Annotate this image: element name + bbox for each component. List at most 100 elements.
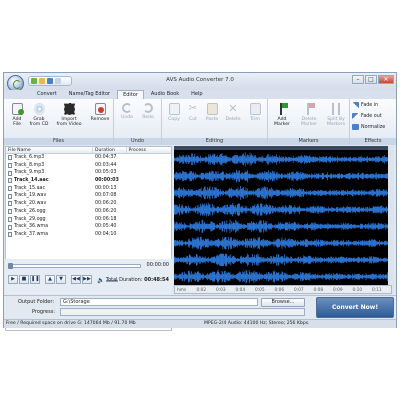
previous-button[interactable]: ◀◀ (71, 275, 81, 284)
add-file-icon (11, 103, 24, 115)
tab-editor[interactable]: Editor (117, 90, 144, 99)
delete-button[interactable]: ✕ Delete (222, 103, 244, 123)
file-name: Track_20.wav (14, 201, 47, 207)
file-duration: 00:06:20 (94, 208, 117, 214)
channel-waveform (174, 186, 392, 200)
waveform-vertical-scrollbar[interactable] (388, 146, 394, 294)
file-name: Track_36.wma (14, 224, 49, 230)
move-down-button[interactable]: ▼ (56, 275, 66, 284)
maximize-button[interactable]: □ (365, 75, 377, 84)
file-duration: 00:04:10 (94, 231, 117, 237)
time-ruler[interactable]: hms 0:02 0:03 0:04 0:05 0:06 0:07 0:08 0:09 0:10 0… (174, 285, 392, 294)
file-process (127, 177, 171, 185)
grab-from-cd-label: Grab from CD (29, 117, 49, 127)
undo-group-label: Undo (114, 138, 161, 145)
add-file-label: Add File (12, 117, 22, 127)
fade-in-button[interactable]: Fade in (352, 102, 378, 108)
file-name-cell: Track_26.ogg (6, 208, 93, 216)
remove-icon (94, 103, 106, 115)
file-duration: 00:05:40 (94, 224, 117, 230)
file-process (127, 223, 171, 231)
file-process (127, 162, 171, 170)
markers-group: Add Marker Delete Marker Split By Marker… (268, 99, 350, 145)
progress-label: Progress: (32, 309, 56, 315)
cut-button[interactable]: ✂ Cut (184, 103, 202, 122)
clipboard-icon (206, 103, 218, 115)
browse-button[interactable]: Browse... (261, 298, 305, 307)
effects-group: Fade in Fade out Normalize Effects (350, 99, 396, 145)
redo-button[interactable]: Redo (138, 103, 158, 120)
file-row[interactable]: Track_6.mp3 00:04:37 (6, 154, 171, 162)
app-window: AVS Audio Converter 7.0 – □ ✕ Convert Na… (3, 72, 397, 331)
import-from-video-button[interactable]: Import from Video (54, 103, 84, 127)
column-process[interactable]: Process (127, 147, 171, 153)
file-row[interactable]: Track_36.wma 00:05:40 (6, 223, 171, 231)
tab-audio-book[interactable]: Audio Book (146, 90, 184, 99)
channel-waveform (174, 152, 392, 167)
audio-file-icon (8, 178, 12, 184)
file-process (127, 200, 171, 208)
fade-out-label: Fade out (361, 113, 382, 119)
film-icon (63, 103, 75, 115)
grab-from-cd-button[interactable]: Grab from CD (28, 103, 50, 127)
next-button[interactable]: ▶▶ (82, 275, 92, 284)
undo-button[interactable]: Undo (117, 103, 137, 120)
column-file-name[interactable]: File Name (6, 147, 93, 153)
output-folder-input[interactable]: G:\Storage (60, 298, 258, 306)
ruler-tick-label: 0:10 (352, 288, 363, 293)
file-process (127, 216, 171, 224)
copy-button[interactable]: Copy (164, 103, 184, 122)
file-name: Track_19.wav (14, 193, 47, 199)
fade-out-button[interactable]: Fade out (352, 113, 382, 119)
undo-label: Undo (120, 115, 133, 120)
remove-button[interactable]: Remove (88, 103, 112, 122)
split-by-markers-button[interactable]: Split By Markers (324, 103, 348, 127)
file-name-cell: Track_14.aac (6, 177, 93, 185)
minimize-button[interactable]: – (352, 75, 364, 84)
status-disk-space: Free / Required space on drive G: 147064… (6, 321, 136, 326)
move-up-button[interactable]: ▲ (45, 275, 55, 284)
file-row[interactable]: Track_15.aac 00:00:13 (6, 185, 171, 193)
file-process (127, 185, 171, 193)
editing-group: Copy ✂ Cut Paste ✕ Delete Trim Editing (162, 99, 268, 145)
stop-button[interactable]: ■ (19, 275, 29, 284)
redo-label: Redo (142, 115, 154, 120)
tab-help[interactable]: Help (186, 90, 207, 99)
file-row[interactable]: Track_29.ogg 00:06:18 (6, 216, 171, 224)
file-row[interactable]: Track_9.mp3 00:05:03 (6, 169, 171, 177)
file-row[interactable]: Track_26.ogg 00:06:20 (6, 208, 171, 216)
file-row[interactable]: Track_19.wav 00:07:08 (6, 192, 171, 200)
file-row[interactable]: Track_20.wav 00:06:20 (6, 200, 171, 208)
tab-name-tag-editor[interactable]: Name/Tag Editor (64, 90, 115, 99)
pause-button[interactable]: ❚❚ (30, 275, 40, 284)
add-marker-button[interactable]: Add Marker (270, 103, 294, 127)
play-button[interactable]: ▶ (8, 275, 18, 284)
ribbon: Add File Grab from CD Import from Video … (4, 99, 396, 145)
audio-file-icon (8, 209, 12, 215)
file-process (127, 192, 171, 200)
effects-group-label: Effects (350, 138, 396, 145)
split-by-markers-label: Split By Markers (326, 117, 346, 127)
normalize-icon (352, 124, 359, 130)
seek-bar[interactable] (8, 263, 141, 269)
convert-now-button[interactable]: Convert Now! (316, 297, 394, 318)
output-panel: Output Folder: G:\Storage Browse... Prog… (4, 295, 396, 319)
audio-file-icon (8, 224, 12, 230)
file-name-cell: Track_37.wma (6, 231, 93, 239)
file-row[interactable]: Track_8.mp3 00:03:44 (6, 162, 171, 170)
file-duration: 00:04:37 (94, 155, 117, 160)
waveform-display[interactable] (174, 146, 392, 285)
tab-convert[interactable]: Convert (32, 90, 62, 99)
file-row[interactable]: Track_37.wma 00:04:10 (6, 231, 171, 239)
paste-button[interactable]: Paste (202, 103, 222, 122)
close-button[interactable]: ✕ (378, 75, 394, 84)
trim-button[interactable]: Trim (245, 103, 265, 122)
add-file-button[interactable]: Add File (8, 103, 26, 127)
file-duration: 00:06:18 (94, 216, 117, 222)
normalize-button[interactable]: Normalize (352, 124, 385, 130)
file-process (127, 169, 171, 177)
delete-marker-button[interactable]: Delete Marker (296, 103, 322, 127)
column-duration[interactable]: Duration (93, 147, 127, 153)
file-row[interactable]: Track_14.aac 00:00:03 (6, 177, 171, 185)
